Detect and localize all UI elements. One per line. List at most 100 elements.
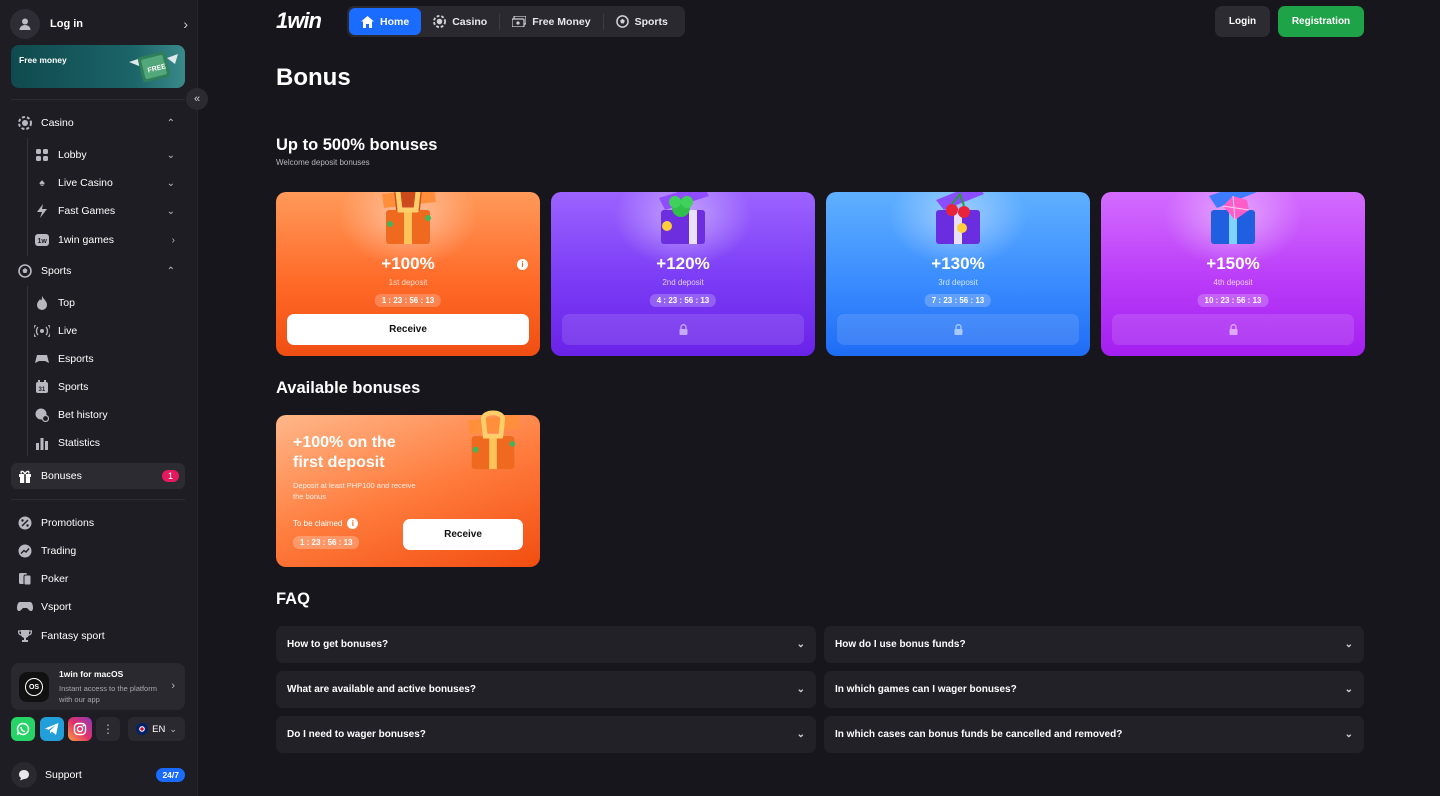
instagram-icon[interactable] — [68, 717, 92, 741]
to-be-claimed: To be claimed i — [293, 518, 359, 529]
broadcast-icon — [34, 323, 50, 339]
soccer-ball-icon — [615, 15, 629, 28]
bonus-timer: 7 : 23 : 56 : 13 — [924, 294, 992, 307]
bonus-card-1: +100% i 1st deposit 1 : 23 : 56 : 13 Rec… — [276, 192, 540, 356]
sidebar-item-label: Statistics — [58, 437, 101, 449]
whatsapp-icon[interactable] — [11, 717, 35, 741]
app-card-desc: Instant access to the platform with our … — [59, 684, 157, 704]
divider — [11, 499, 185, 500]
macos-icon-label: OS — [25, 678, 43, 696]
support-hours-badge: 24/7 — [156, 768, 185, 782]
sidebar-item-sports-group[interactable]: Sports ⌃ — [11, 259, 185, 283]
sidebar-item-casino[interactable]: Casino ⌃ — [11, 111, 185, 135]
spade-icon: ♠ — [39, 177, 45, 189]
login-row[interactable]: Log in › — [10, 8, 188, 40]
available-heading: Available bonuses — [276, 379, 421, 397]
sidebar-item-label: Live — [58, 325, 78, 337]
support-button[interactable]: Support 24/7 — [11, 762, 185, 788]
receive-button[interactable]: Receive — [287, 314, 529, 345]
bonuses-count-badge: 1 — [161, 470, 179, 482]
language-code: EN — [152, 723, 166, 735]
sidebar-item-label: Trading — [41, 545, 77, 557]
sidebar-item-label: Poker — [41, 573, 69, 585]
sidebar-item-live-casino[interactable]: ♠ Live Casino ⌄ — [28, 171, 185, 195]
sidebar-item-lobby[interactable]: Lobby ⌄ — [28, 143, 185, 167]
sidebar-item-label: Casino — [41, 117, 74, 129]
language-selector[interactable]: EN ⌄ — [128, 717, 185, 741]
gamepad-icon — [34, 351, 50, 367]
faq-item[interactable]: In which games can I wager bonuses? ⌄ — [824, 671, 1364, 708]
percent-badge-icon — [17, 515, 33, 531]
sidebar-item-label: Sports — [58, 381, 89, 393]
tab-sports[interactable]: Sports — [604, 8, 680, 35]
divider — [11, 99, 185, 100]
more-options-icon[interactable]: ⋮ — [96, 717, 120, 741]
sidebar-item-label: Vsport — [41, 601, 72, 613]
macos-app-card[interactable]: OS 1win for macOS Instant access to the … — [11, 663, 185, 710]
cash-icon — [512, 16, 527, 27]
sidebar-item-esports[interactable]: Esports — [28, 347, 185, 371]
bonus-timer: 10 : 23 : 56 : 13 — [1197, 294, 1269, 307]
faq-question: In which cases can bonus funds be cancel… — [835, 729, 1123, 740]
sidebar-item-label: Fantasy sport — [41, 630, 105, 642]
sidebar-item-sports[interactable]: 31 Sports — [28, 375, 185, 399]
sidebar-item-1win-games[interactable]: 1w 1win games › — [28, 228, 185, 252]
sidebar-item-vsport[interactable]: Vsport — [11, 595, 185, 619]
chat-icon — [11, 762, 37, 788]
sidebar-item-label: Sports — [41, 265, 72, 277]
sidebar-item-live[interactable]: Live — [28, 319, 185, 343]
lock-icon — [679, 324, 687, 335]
faq-item[interactable]: How do I use bonus funds? ⌄ — [824, 626, 1364, 663]
svg-text:31: 31 — [39, 387, 46, 393]
grid-icon — [34, 147, 50, 163]
chevron-down-icon: ⌄ — [169, 723, 177, 734]
receive-button[interactable]: Receive — [403, 519, 523, 550]
sidebar-item-fast-games[interactable]: Fast Games ⌄ — [28, 199, 185, 223]
trophy-icon — [17, 628, 33, 644]
chevron-down-icon: ⌄ — [1344, 729, 1353, 740]
bonus-percent: +150% — [1206, 254, 1260, 273]
faq-item[interactable]: In which cases can bonus funds be cancel… — [824, 716, 1364, 753]
chevron-right-icon: › — [171, 680, 175, 692]
bonus-percent: +130% — [931, 254, 985, 273]
free-money-banner[interactable]: Free money FREE — [11, 45, 185, 88]
chevron-up-icon: ⌃ — [166, 265, 175, 277]
sidebar-item-bonuses[interactable]: Bonuses 1 — [11, 463, 185, 489]
collapse-sidebar-icon[interactable]: « — [186, 88, 208, 110]
tab-label: Free Money — [532, 15, 591, 28]
info-icon[interactable]: i — [517, 259, 528, 270]
app-card-title: 1win for macOS — [59, 669, 124, 679]
sidebar-item-promotions[interactable]: Promotions — [11, 511, 185, 535]
info-icon[interactable]: i — [347, 518, 359, 529]
bonus-deposit-label: 1st deposit — [388, 278, 428, 287]
tab-home[interactable]: Home — [349, 8, 422, 35]
sidebar-item-fantasy-sport[interactable]: Fantasy sport — [11, 624, 185, 648]
lock-icon — [1229, 324, 1237, 335]
top-nav: Home Casino Free Money Sports — [347, 6, 685, 37]
telegram-icon[interactable] — [40, 717, 64, 741]
sidebar-item-trading[interactable]: Trading — [11, 539, 185, 563]
sidebar-item-label: Lobby — [58, 149, 87, 161]
registration-button[interactable]: Registration — [1278, 6, 1364, 37]
sidebar-item-statistics[interactable]: Statistics — [28, 431, 185, 455]
faq-item[interactable]: Do I need to wager bonuses? ⌄ — [276, 716, 816, 753]
tab-casino[interactable]: Casino — [421, 8, 499, 35]
tab-free-money[interactable]: Free Money — [500, 8, 602, 35]
sidebar-item-label: Bet history — [58, 409, 108, 421]
chevron-right-icon: › — [183, 16, 188, 32]
purple-gift-icon — [659, 192, 709, 244]
casino-chip-icon — [433, 15, 447, 28]
page-title: Bonus — [276, 64, 351, 91]
faq-item[interactable]: How to get bonuses? ⌄ — [276, 626, 816, 663]
login-button[interactable]: Login — [1215, 6, 1270, 37]
bonus-timer: 1 : 23 : 56 : 13 — [374, 294, 442, 307]
sidebar-item-bet-history[interactable]: Bet history — [28, 403, 185, 427]
sidebar-item-poker[interactable]: Poker — [11, 567, 185, 591]
logo[interactable]: 1win — [276, 8, 322, 34]
bonus-deposit-label: 2nd deposit — [662, 278, 704, 287]
soccer-ball-icon — [17, 263, 33, 279]
tab-label: Sports — [634, 15, 668, 28]
sidebar-item-top[interactable]: Top — [28, 291, 185, 315]
tab-label: Casino — [452, 15, 488, 28]
faq-item[interactable]: What are available and active bonuses? ⌄ — [276, 671, 816, 708]
